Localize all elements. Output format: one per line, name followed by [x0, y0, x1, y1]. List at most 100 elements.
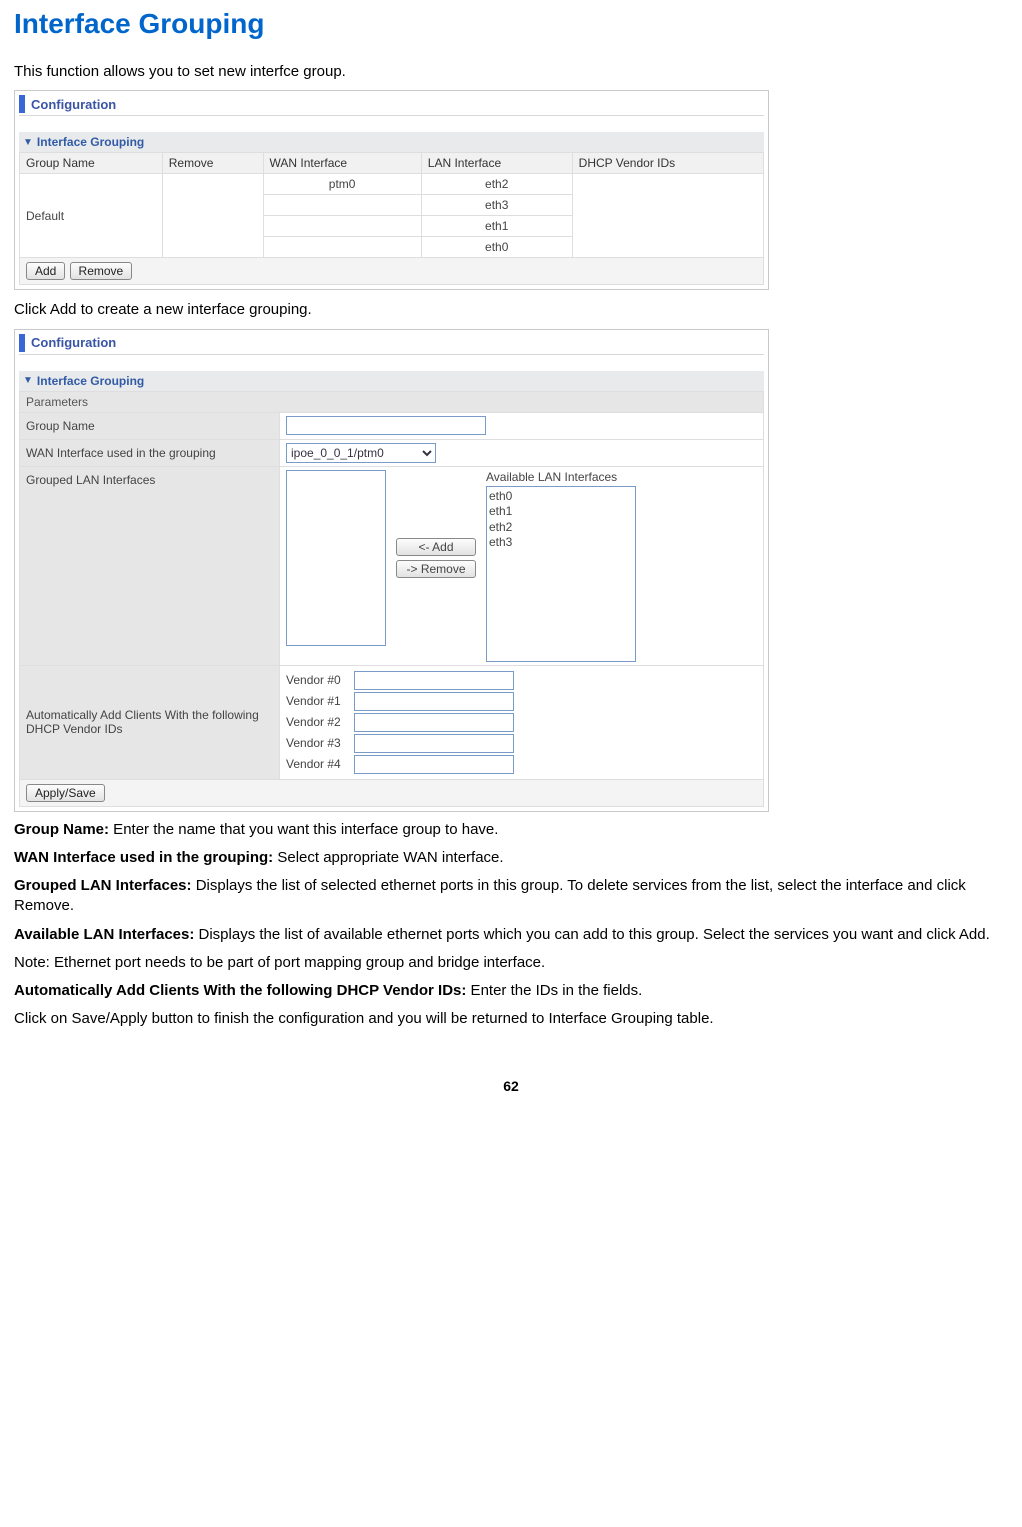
chevron-down-icon: ▼	[23, 137, 33, 148]
section-title: Interface Grouping	[37, 135, 144, 149]
parameters-header-row: Parameters	[20, 391, 764, 412]
cell-lan: eth0	[421, 237, 572, 258]
list-item[interactable]: eth2	[489, 520, 633, 536]
cell-wan: ptm0	[263, 174, 421, 195]
desc-auto-add-label: Automatically Add Clients With the follo…	[14, 982, 466, 999]
desc-auto-add-text: Enter the IDs in the fields.	[466, 982, 642, 999]
desc-grouped-lan-label: Grouped LAN Interfaces:	[14, 877, 192, 894]
wan-interface-row: WAN Interface used in the grouping ipoe_…	[20, 439, 764, 466]
table-header-row: Group Name Remove WAN Interface LAN Inte…	[20, 153, 764, 174]
page-number: 62	[14, 1078, 1008, 1094]
section-title: Interface Grouping	[37, 374, 144, 388]
group-name-input[interactable]	[286, 416, 486, 435]
col-group-name: Group Name	[20, 153, 163, 174]
desc-group-name-text: Enter the name that you want this interf…	[109, 821, 498, 838]
remove-transfer-button[interactable]: -> Remove	[396, 560, 476, 578]
col-lan: LAN Interface	[421, 153, 572, 174]
vendor-ids-cell: Vendor #0 Vendor #1 Vendor #2 Vendor #3 …	[280, 665, 764, 779]
apply-save-button[interactable]: Apply/Save	[26, 784, 105, 802]
cell-wan-empty	[263, 237, 421, 258]
config-header: Configuration	[19, 95, 764, 116]
page-title: Interface Grouping	[14, 8, 1008, 40]
table-row: Default ptm0 eth2	[20, 174, 764, 195]
available-lan-label: Available LAN Interfaces	[486, 470, 636, 484]
chevron-down-icon: ▼	[23, 375, 33, 386]
transfer-buttons: <- Add -> Remove	[386, 470, 486, 646]
config-accent-bar	[19, 95, 25, 113]
desc-auto-add: Automatically Add Clients With the follo…	[14, 981, 1008, 1001]
button-row: Add Remove	[19, 258, 764, 285]
desc-available-lan-text: Displays the list of available ethernet …	[194, 926, 989, 943]
desc-note: Note: Ethernet port needs to be part of …	[14, 953, 1008, 973]
grouped-lan-listbox[interactable]	[286, 470, 386, 646]
vendor-label-2: Vendor #2	[286, 715, 354, 729]
available-lan-listbox[interactable]: eth0 eth1 eth2 eth3	[486, 486, 636, 662]
config-label: Configuration	[31, 97, 116, 112]
grouped-lan-cell: <- Add -> Remove Available LAN Interface…	[280, 466, 764, 665]
col-vendor: DHCP Vendor IDs	[572, 153, 763, 174]
intro-text: This function allows you to set new inte…	[14, 62, 1008, 82]
vendor-row-0: Vendor #0	[286, 671, 757, 690]
col-remove: Remove	[162, 153, 263, 174]
list-item[interactable]: eth3	[489, 535, 633, 551]
button-row: Apply/Save	[19, 780, 764, 807]
cell-vendor	[572, 174, 763, 258]
vendor-input-4[interactable]	[354, 755, 514, 774]
vendor-row-3: Vendor #3	[286, 734, 757, 753]
vendor-input-1[interactable]	[354, 692, 514, 711]
wan-interface-select[interactable]: ipoe_0_0_1/ptm0	[286, 443, 436, 463]
grouped-lan-label: Grouped LAN Interfaces	[20, 466, 280, 665]
config-accent-bar	[19, 334, 25, 352]
parameters-label: Parameters	[20, 391, 764, 412]
wan-interface-cell: ipoe_0_0_1/ptm0	[280, 439, 764, 466]
config-label: Configuration	[31, 335, 116, 350]
vendor-input-3[interactable]	[354, 734, 514, 753]
cell-lan: eth3	[421, 195, 572, 216]
section-header[interactable]: ▼ Interface Grouping	[19, 132, 764, 152]
vendor-input-2[interactable]	[354, 713, 514, 732]
cell-wan-empty	[263, 216, 421, 237]
desc-group-name-label: Group Name:	[14, 821, 109, 838]
cell-remove	[162, 174, 263, 258]
desc-wan-interface: WAN Interface used in the grouping: Sele…	[14, 848, 1008, 868]
parameters-table: Parameters Group Name WAN Interface used…	[19, 391, 764, 780]
config-header: Configuration	[19, 334, 764, 355]
desc-grouped-lan: Grouped LAN Interfaces: Displays the lis…	[14, 876, 1008, 917]
mid-text: Click Add to create a new interface grou…	[14, 300, 1008, 320]
wan-interface-label: WAN Interface used in the grouping	[20, 439, 280, 466]
vendor-row-4: Vendor #4	[286, 755, 757, 774]
remove-button[interactable]: Remove	[70, 262, 133, 280]
desc-wan-label: WAN Interface used in the grouping:	[14, 849, 273, 866]
vendor-label-0: Vendor #0	[286, 673, 354, 687]
vendor-row-2: Vendor #2	[286, 713, 757, 732]
list-item[interactable]: eth0	[489, 489, 633, 505]
vendor-label-3: Vendor #3	[286, 736, 354, 750]
grouped-lan-row: Grouped LAN Interfaces <- Add -> Remove …	[20, 466, 764, 665]
col-wan: WAN Interface	[263, 153, 421, 174]
desc-wan-text: Select appropriate WAN interface.	[273, 849, 503, 866]
section-header[interactable]: ▼ Interface Grouping	[19, 371, 764, 391]
group-name-label: Group Name	[20, 412, 280, 439]
add-button[interactable]: Add	[26, 262, 65, 280]
config-panel-list: Configuration ▼ Interface Grouping Group…	[14, 90, 769, 290]
vendor-ids-row: Automatically Add Clients With the follo…	[20, 665, 764, 779]
vendor-label-1: Vendor #1	[286, 694, 354, 708]
add-transfer-button[interactable]: <- Add	[396, 538, 476, 556]
config-panel-form: Configuration ▼ Interface Grouping Param…	[14, 329, 769, 812]
desc-available-lan-label: Available LAN Interfaces:	[14, 926, 194, 943]
cell-lan: eth1	[421, 216, 572, 237]
vendor-ids-label: Automatically Add Clients With the follo…	[20, 665, 280, 779]
cell-lan: eth2	[421, 174, 572, 195]
cell-group-name: Default	[20, 174, 163, 258]
group-name-row: Group Name	[20, 412, 764, 439]
descriptions: Group Name: Enter the name that you want…	[14, 820, 1008, 1030]
list-item[interactable]: eth1	[489, 504, 633, 520]
desc-group-name: Group Name: Enter the name that you want…	[14, 820, 1008, 840]
vendor-label-4: Vendor #4	[286, 757, 354, 771]
interface-grouping-table: Group Name Remove WAN Interface LAN Inte…	[19, 152, 764, 258]
desc-available-lan: Available LAN Interfaces: Displays the l…	[14, 925, 1008, 945]
vendor-input-0[interactable]	[354, 671, 514, 690]
cell-wan-empty	[263, 195, 421, 216]
vendor-row-1: Vendor #1	[286, 692, 757, 711]
desc-save-apply: Click on Save/Apply button to finish the…	[14, 1009, 1008, 1029]
